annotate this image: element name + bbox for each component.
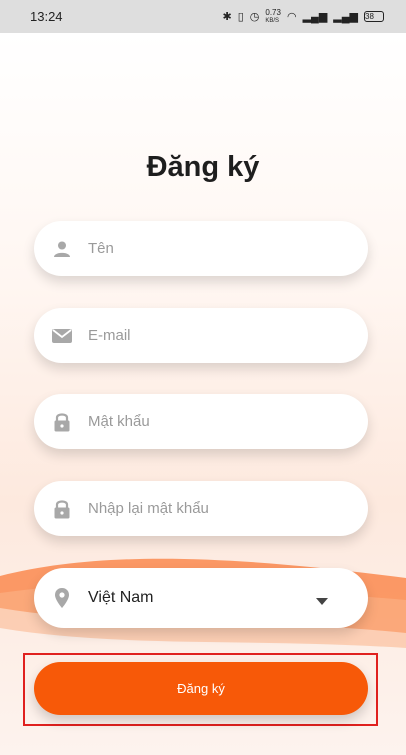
country-value: Việt Nam: [88, 589, 154, 606]
status-time: 13:24: [30, 9, 63, 24]
mail-icon: [50, 324, 74, 348]
lock-icon: [50, 410, 74, 434]
signal-icon-1: ▂▄▆: [302, 11, 328, 23]
alarm-icon: ◷: [249, 11, 260, 23]
name-placeholder: Tên: [88, 240, 114, 257]
register-page: Đăng ký Tên E-mail Mật khẩu Nhập lại mật…: [0, 33, 406, 755]
country-select[interactable]: Việt Nam: [34, 568, 368, 628]
bluetooth-icon: ✱: [222, 11, 232, 23]
confirm-password-field[interactable]: Nhập lại mật khẩu: [34, 481, 368, 536]
page-title: Đăng ký: [146, 151, 260, 183]
vibrate-icon: ▯: [237, 11, 244, 23]
register-button[interactable]: Đăng ký: [34, 662, 368, 715]
name-field[interactable]: Tên: [34, 221, 368, 276]
status-icons: ✱ ▯ ◷ 0.73 KB/S ◠ ▂▄▆ ▂▄▆ 38: [222, 7, 384, 25]
signal-icon-2: ▂▄▆: [333, 11, 358, 23]
chevron-down-icon: [316, 592, 328, 610]
password-placeholder: Mật khẩu: [88, 413, 150, 430]
status-bar: 13:24 ✱ ▯ ◷ 0.73 KB/S ◠ ▂▄▆ ▂▄▆ 38: [0, 0, 406, 33]
net-speed-unit: KB/S: [265, 17, 280, 24]
person-icon: [50, 237, 74, 261]
email-field[interactable]: E-mail: [34, 308, 368, 363]
confirm-password-placeholder: Nhập lại mật khẩu: [88, 500, 209, 517]
net-speed-value: 0.73: [265, 7, 281, 17]
email-placeholder: E-mail: [88, 327, 131, 344]
password-field[interactable]: Mật khẩu: [34, 394, 368, 449]
lock-icon: [50, 497, 74, 521]
battery-icon: 38: [364, 11, 384, 22]
net-speed: 0.73 KB/S: [265, 7, 281, 25]
wifi-icon: ◠: [286, 11, 297, 23]
location-pin-icon: [50, 586, 74, 610]
